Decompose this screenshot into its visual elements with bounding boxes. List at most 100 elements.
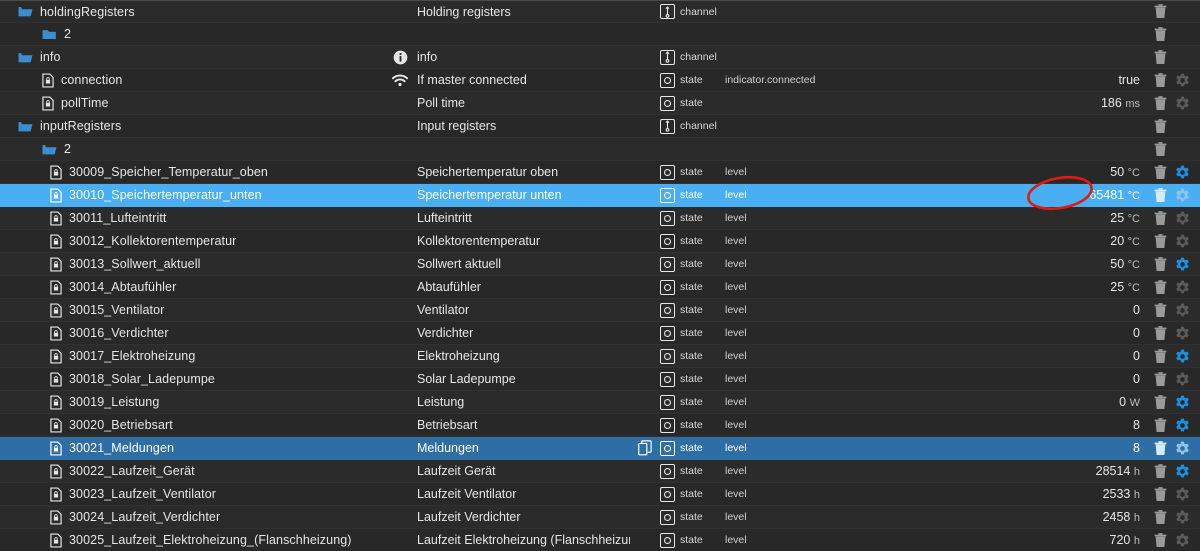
tree-row[interactable]: 30017_Elektroheizung Elektroheizung state… <box>0 345 1200 368</box>
edit-object-settings-button[interactable] <box>1174 325 1190 341</box>
delete-object-button[interactable] <box>1152 532 1168 548</box>
delete-object-button[interactable] <box>1152 348 1168 364</box>
tree-row[interactable]: 30012_Kollektorentemperatur Kollektorente… <box>0 230 1200 253</box>
row-name-cell[interactable]: 30024_Laufzeit_Verdichter <box>0 509 390 525</box>
delete-object-button[interactable] <box>1152 141 1168 157</box>
tree-row[interactable]: 30011_Lufteintritt Lufteintritt state leve… <box>0 207 1200 230</box>
row-name-cell[interactable]: connection <box>0 72 390 88</box>
delete-object-button[interactable] <box>1152 26 1168 42</box>
row-name-cell[interactable]: info <box>0 50 390 64</box>
tree-row[interactable]: connection If master connected state indi… <box>0 69 1200 92</box>
row-name-cell[interactable]: 30022_Laufzeit_Gerät <box>0 463 390 479</box>
row-actions-cell[interactable] <box>1148 486 1200 502</box>
row-actions-cell[interactable] <box>1148 348 1200 364</box>
row-value-cell[interactable]: 20 °C <box>885 234 1148 248</box>
tree-row[interactable]: 30013_Sollwert_aktuell Sollwert aktuell s… <box>0 253 1200 276</box>
row-value-cell[interactable]: 8 <box>885 441 1148 455</box>
delete-object-button[interactable] <box>1152 440 1168 456</box>
delete-object-button[interactable] <box>1152 233 1168 249</box>
delete-object-button[interactable] <box>1152 187 1168 203</box>
row-actions-cell[interactable] <box>1148 325 1200 341</box>
tree-row[interactable]: 30020_Betriebsart Betriebsart state level 8 <box>0 414 1200 437</box>
row-actions-cell[interactable] <box>1148 164 1200 180</box>
row-name-cell[interactable]: 30009_Speicher_Temperatur_oben <box>0 164 390 180</box>
row-name-cell[interactable]: 30010_Speichertemperatur_unten <box>0 187 390 203</box>
delete-object-button[interactable] <box>1152 210 1168 226</box>
row-name-cell[interactable]: 30016_Verdichter <box>0 325 390 341</box>
row-value-cell[interactable]: 2458 h <box>885 510 1148 524</box>
edit-object-settings-button[interactable] <box>1174 279 1190 295</box>
row-name-cell[interactable]: 30023_Laufzeit_Ventilator <box>0 486 390 502</box>
row-name-cell[interactable]: 30025_Laufzeit_Elektroheizung_(Flanschhe… <box>0 532 390 548</box>
row-name-cell[interactable]: 30019_Leistung <box>0 394 390 410</box>
row-value-cell[interactable]: 0 <box>885 326 1148 340</box>
edit-object-settings-button[interactable] <box>1174 233 1190 249</box>
row-value-cell[interactable]: 0 <box>885 303 1148 317</box>
tree-row[interactable]: pollTime Poll time state 186 ms <box>0 92 1200 115</box>
row-value-cell[interactable]: 2533 h <box>885 487 1148 501</box>
edit-object-settings-button[interactable] <box>1174 256 1190 272</box>
edit-object-settings-button[interactable] <box>1174 302 1190 318</box>
row-value-cell[interactable]: 50 °C <box>885 257 1148 271</box>
edit-object-settings-button[interactable] <box>1174 371 1190 387</box>
delete-object-button[interactable] <box>1152 302 1168 318</box>
row-actions-cell[interactable] <box>1148 233 1200 249</box>
delete-object-button[interactable] <box>1152 72 1168 88</box>
row-actions-cell[interactable] <box>1148 118 1200 134</box>
tree-row[interactable]: info info channel <box>0 46 1200 69</box>
row-actions-cell[interactable] <box>1148 4 1200 20</box>
row-name-cell[interactable]: 30018_Solar_Ladepumpe <box>0 371 390 387</box>
row-actions-cell[interactable] <box>1148 95 1200 111</box>
delete-object-button[interactable] <box>1152 256 1168 272</box>
row-actions-cell[interactable] <box>1148 256 1200 272</box>
row-value-cell[interactable]: 28514 h <box>885 464 1148 478</box>
row-name-cell[interactable]: pollTime <box>0 95 390 111</box>
edit-object-settings-button[interactable] <box>1174 72 1190 88</box>
edit-object-settings-button[interactable] <box>1174 463 1190 479</box>
row-actions-cell[interactable] <box>1148 463 1200 479</box>
tree-row[interactable]: inputRegisters Input registers channel <box>0 115 1200 138</box>
row-name-cell[interactable]: 30014_Abtaufühler <box>0 279 390 295</box>
tree-row[interactable]: 30025_Laufzeit_Elektroheizung_(Flanschhe… <box>0 529 1200 551</box>
delete-object-button[interactable] <box>1152 486 1168 502</box>
row-actions-cell[interactable] <box>1148 509 1200 525</box>
tree-row[interactable]: 2 <box>0 23 1200 46</box>
object-tree[interactable]: holdingRegisters Holding registers channe… <box>0 0 1200 551</box>
tree-row[interactable]: 30022_Laufzeit_Gerät Laufzeit Gerät state… <box>0 460 1200 483</box>
row-value-cell[interactable]: 8 <box>885 418 1148 432</box>
row-actions-cell[interactable] <box>1148 141 1200 157</box>
tree-row[interactable]: 30010_Speichertemperatur_unten Speicherte… <box>0 184 1200 207</box>
edit-object-settings-button[interactable] <box>1174 486 1190 502</box>
row-value-cell[interactable]: 720 h <box>885 533 1148 547</box>
tree-row[interactable]: 30024_Laufzeit_Verdichter Laufzeit Verdic… <box>0 506 1200 529</box>
delete-object-button[interactable] <box>1152 325 1168 341</box>
tree-row[interactable]: 2 <box>0 138 1200 161</box>
row-name-cell[interactable]: 2 <box>0 27 390 41</box>
edit-object-settings-button[interactable] <box>1174 394 1190 410</box>
row-name-cell[interactable]: 30013_Sollwert_aktuell <box>0 256 390 272</box>
row-actions-cell[interactable] <box>1148 440 1200 456</box>
row-name-cell[interactable]: 2 <box>0 142 390 156</box>
row-name-cell[interactable]: 30011_Lufteintritt <box>0 210 390 226</box>
row-value-cell[interactable]: 50 °C <box>885 165 1148 179</box>
delete-object-button[interactable] <box>1152 95 1168 111</box>
row-actions-cell[interactable] <box>1148 279 1200 295</box>
edit-object-settings-button[interactable] <box>1174 417 1190 433</box>
tree-row[interactable]: 30016_Verdichter Verdichter state level 0 <box>0 322 1200 345</box>
tree-row[interactable]: 30009_Speicher_Temperatur_oben Speicherte… <box>0 161 1200 184</box>
delete-object-button[interactable] <box>1152 4 1168 20</box>
row-name-cell[interactable]: inputRegisters <box>0 119 390 133</box>
edit-object-settings-button[interactable] <box>1174 164 1190 180</box>
row-value-cell[interactable]: 25 °C <box>885 280 1148 294</box>
row-value-cell[interactable]: true <box>885 73 1148 87</box>
row-value-cell[interactable]: 0 W <box>885 395 1148 409</box>
row-value-cell[interactable]: 0 <box>885 372 1148 386</box>
edit-object-settings-button[interactable] <box>1174 509 1190 525</box>
tree-row[interactable]: 30023_Laufzeit_Ventilator Laufzeit Ventil… <box>0 483 1200 506</box>
tree-row[interactable]: 30015_Ventilator Ventilator state level 0 <box>0 299 1200 322</box>
tree-row[interactable]: holdingRegisters Holding registers channe… <box>0 0 1200 23</box>
row-actions-cell[interactable] <box>1148 417 1200 433</box>
delete-object-button[interactable] <box>1152 509 1168 525</box>
delete-object-button[interactable] <box>1152 417 1168 433</box>
delete-object-button[interactable] <box>1152 164 1168 180</box>
